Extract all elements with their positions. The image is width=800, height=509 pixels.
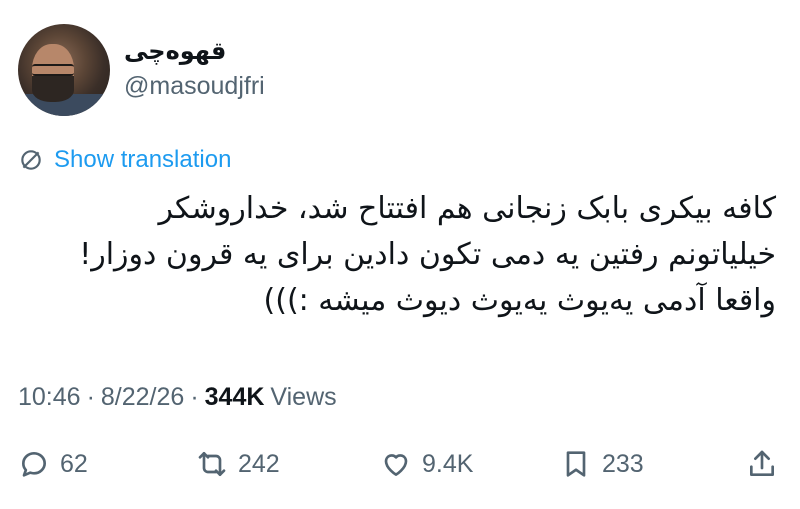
share-button[interactable] <box>746 448 788 480</box>
views-label: Views <box>270 383 337 411</box>
tweet-header: قهوه‌چی @masoudjfri <box>18 24 265 116</box>
tweet-date[interactable]: 8/22/26 <box>101 383 184 412</box>
reply-count: 62 <box>60 449 88 478</box>
share-icon <box>750 450 774 476</box>
tweet-line: واقعا آدمی یه‌یوث یه‌یوث دیوث میشه :))) <box>263 283 776 318</box>
tweet-line: خیلیاتونم رفتین یه دمی تکون دادین برای ی… <box>79 237 776 272</box>
tweet-meta: 10:46 · 8/22/26 · 344K Views <box>18 383 337 412</box>
views-count: 344K <box>204 383 265 411</box>
show-translation-link[interactable]: Show translation <box>18 146 231 174</box>
user-names: قهوه‌چی @masoudjfri <box>124 37 265 103</box>
like-button[interactable]: 9.4K <box>380 448 473 480</box>
separator-dot: · <box>190 383 199 411</box>
separator-dot: · <box>86 383 95 411</box>
translate-icon <box>21 150 41 170</box>
tweet-line: کافه بیکری بابک زنجانی هم افتتاح شد، خدا… <box>158 191 777 226</box>
bookmark-icon <box>566 451 586 477</box>
heart-icon <box>384 454 408 476</box>
tweet-time[interactable]: 10:46 <box>18 383 81 412</box>
retweet-count: 242 <box>238 449 280 478</box>
user-handle[interactable]: @masoudjfri <box>124 69 265 103</box>
tweet-text: کافه بیکری بابک زنجانی هم افتتاح شد، خدا… <box>16 186 776 324</box>
reply-icon <box>22 452 46 477</box>
show-translation-label: Show translation <box>54 146 232 173</box>
bookmark-count: 233 <box>602 449 644 478</box>
like-count: 9.4K <box>422 449 474 478</box>
reply-button[interactable]: 62 <box>18 448 88 480</box>
bookmark-button[interactable]: 233 <box>560 448 644 480</box>
display-name[interactable]: قهوه‌چی <box>124 37 265 67</box>
action-bar: 62 242 9.4K 233 <box>18 448 776 492</box>
retweet-button[interactable]: 242 <box>196 448 280 480</box>
retweet-icon <box>198 452 226 476</box>
avatar[interactable] <box>18 24 110 116</box>
